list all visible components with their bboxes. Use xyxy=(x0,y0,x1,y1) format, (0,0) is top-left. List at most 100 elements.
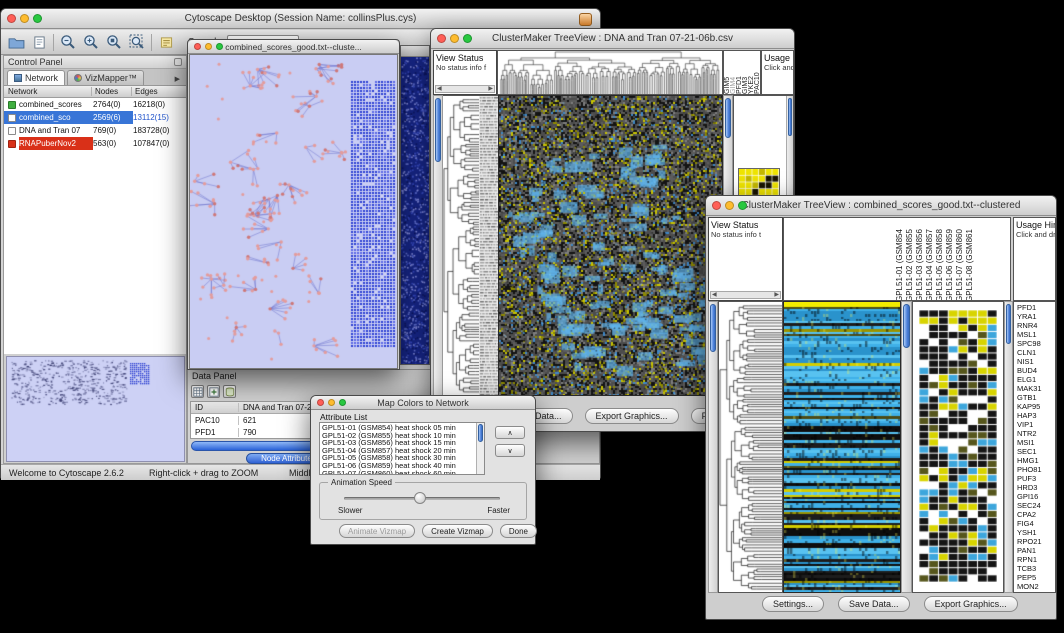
gene-label[interactable]: PAN1 xyxy=(1017,546,1055,555)
database-icon[interactable] xyxy=(223,385,236,398)
close-button[interactable] xyxy=(437,34,446,43)
tab-overflow-icon[interactable]: ▶ xyxy=(175,75,183,85)
gene-label[interactable]: PEP5 xyxy=(1017,573,1055,582)
treeview-dna-titlebar[interactable]: ClusterMaker TreeView : DNA and Tran 07-… xyxy=(431,29,794,49)
gene-label[interactable]: SEC1 xyxy=(1017,447,1055,456)
gene-label[interactable]: HRD3 xyxy=(1017,483,1055,492)
zoom-button[interactable] xyxy=(33,14,42,23)
treeview-button[interactable]: Export Graphics... xyxy=(585,408,679,424)
gene-name-strip-canvas[interactable] xyxy=(479,96,498,396)
gene-label[interactable]: PFD1 xyxy=(1017,303,1055,312)
gene-label[interactable]: MSI1 xyxy=(1017,438,1055,447)
gene-label[interactable]: GPI16 xyxy=(1017,492,1055,501)
attribute-create-icon[interactable] xyxy=(207,385,220,398)
scrollbar-thumb[interactable] xyxy=(710,304,716,352)
open-folder-icon[interactable] xyxy=(7,33,25,51)
gene-label[interactable]: SPC98 xyxy=(1017,339,1055,348)
gene-label[interactable]: GTB1 xyxy=(1017,393,1055,402)
network-canvas[interactable] xyxy=(190,55,397,368)
treeview-button[interactable]: Settings... xyxy=(762,596,824,612)
minimize-button[interactable] xyxy=(725,201,734,210)
gene-label[interactable]: CLN1 xyxy=(1017,348,1055,357)
move-down-button[interactable]: ∨ xyxy=(495,444,525,457)
background-network-canvas[interactable] xyxy=(401,57,429,364)
network-overview-canvas[interactable] xyxy=(7,357,184,461)
treeview-button[interactable]: Export Graphics... xyxy=(924,596,1018,612)
attribute-item[interactable]: GPL51-07 (GSM860) heat shock 60 min xyxy=(322,470,484,475)
scroll-right-arrow-icon[interactable]: ▶ xyxy=(488,86,493,92)
row-dendrogram-canvas[interactable] xyxy=(719,302,782,592)
heatmap-canvas[interactable] xyxy=(499,96,722,395)
annotation-icon[interactable] xyxy=(157,33,175,51)
close-button[interactable] xyxy=(712,201,721,210)
column-label[interactable]: GPL51-06 (GSM859 xyxy=(945,220,955,301)
column-header-nodes[interactable]: Nodes xyxy=(92,87,132,96)
gene-label[interactable]: KAP95 xyxy=(1017,402,1055,411)
gene-label[interactable]: NIS1 xyxy=(1017,357,1055,366)
dialog-button[interactable]: Create Vizmap xyxy=(422,524,493,538)
gene-label[interactable]: ELG1 xyxy=(1017,375,1055,384)
mini-hscrollbar[interactable]: ◀ ▶ xyxy=(435,85,495,93)
gene-label[interactable]: SEC24 xyxy=(1017,501,1055,510)
close-button[interactable] xyxy=(7,14,16,23)
panel-float-icon[interactable] xyxy=(174,58,182,66)
zoom-in-icon[interactable] xyxy=(82,33,100,51)
main-titlebar[interactable]: Cytoscape Desktop (Session Name: collins… xyxy=(1,9,600,29)
column-label[interactable]: GPL51-03 (GSM856 xyxy=(915,220,925,301)
close-button[interactable] xyxy=(194,43,201,50)
minimize-button[interactable] xyxy=(20,14,29,23)
zoom-fit-icon[interactable] xyxy=(128,33,146,51)
gene-label[interactable]: HMG1 xyxy=(1017,456,1055,465)
list-scrollbar[interactable] xyxy=(476,423,484,474)
column-label[interactable]: GPL51-08 (GSM861 xyxy=(965,220,975,301)
column-label[interactable]: GPL51-05 (GSM858 xyxy=(935,220,945,301)
network-view-titlebar[interactable]: combined_scores_good.txt--cluste... xyxy=(188,40,399,54)
gene-label[interactable]: RPO21 xyxy=(1017,537,1055,546)
tab-network[interactable]: Network xyxy=(7,70,65,85)
minimize-button[interactable] xyxy=(205,43,212,50)
gene-label[interactable]: YSH1 xyxy=(1017,528,1055,537)
zoom-selected-icon[interactable] xyxy=(105,33,123,51)
row-dendrogram-canvas[interactable] xyxy=(443,96,479,396)
scroll-left-arrow-icon[interactable]: ◀ xyxy=(712,292,717,298)
close-button[interactable] xyxy=(317,399,324,406)
speed-slider[interactable] xyxy=(344,497,500,500)
attribute-list[interactable]: GPL51-01 (GSM854) heat shock 05 minGPL51… xyxy=(319,422,485,475)
zoom-out-icon[interactable] xyxy=(59,33,77,51)
gene-label[interactable]: MAK31 xyxy=(1017,384,1055,393)
column-label[interactable]: GPL51-04 (GSM857 xyxy=(925,220,935,301)
network-row[interactable]: DNA and Tran 07 769(0) 183728(0) xyxy=(4,124,186,137)
row-scrollbar[interactable] xyxy=(433,95,443,396)
gene-label[interactable]: RPN1 xyxy=(1017,555,1055,564)
dialog-titlebar[interactable]: Map Colors to Network xyxy=(311,396,535,410)
gene-label[interactable]: MSL1 xyxy=(1017,330,1055,339)
gene-label[interactable]: YRA1 xyxy=(1017,312,1055,321)
gene-label[interactable]: NTR2 xyxy=(1017,429,1055,438)
scroll-right-arrow-icon[interactable]: ▶ xyxy=(774,292,779,298)
scrollbar-thumb[interactable] xyxy=(478,424,483,442)
column-header-id[interactable]: ID xyxy=(191,403,239,412)
gene-label[interactable]: RNR4 xyxy=(1017,321,1055,330)
dialog-button[interactable]: Animate Vizmap xyxy=(339,524,415,538)
zoom-button[interactable] xyxy=(738,201,747,210)
column-label[interactable]: PAC10 xyxy=(754,51,760,94)
gene-label[interactable]: MON2 xyxy=(1017,582,1055,591)
gene-label[interactable]: TCB3 xyxy=(1017,564,1055,573)
network-row[interactable]: combined_sco 2569(6) 13112(15) xyxy=(4,111,186,124)
tab-vizmapper[interactable]: VizMapper™ xyxy=(67,70,144,85)
global-heatmap-canvas[interactable] xyxy=(784,302,900,592)
gene-label[interactable]: FIG4 xyxy=(1017,519,1055,528)
scrollbar-thumb[interactable] xyxy=(435,98,441,162)
import-file-icon[interactable] xyxy=(30,33,48,51)
minimize-button[interactable] xyxy=(328,399,335,406)
column-dendrogram-canvas[interactable] xyxy=(498,51,722,94)
scrollbar-thumb[interactable] xyxy=(903,304,910,348)
network-row[interactable]: RNAPuberNov2 563(0) 107847(0) xyxy=(4,137,186,150)
zoom-heatmap-canvas[interactable] xyxy=(919,310,997,582)
dialog-button[interactable]: Done xyxy=(500,524,537,538)
attribute-select-icon[interactable] xyxy=(191,385,204,398)
scrollbar-thumb[interactable] xyxy=(788,98,792,136)
gene-label[interactable]: BUD4 xyxy=(1017,366,1055,375)
gene-label[interactable]: HAP3 xyxy=(1017,411,1055,420)
zoom-button[interactable] xyxy=(463,34,472,43)
